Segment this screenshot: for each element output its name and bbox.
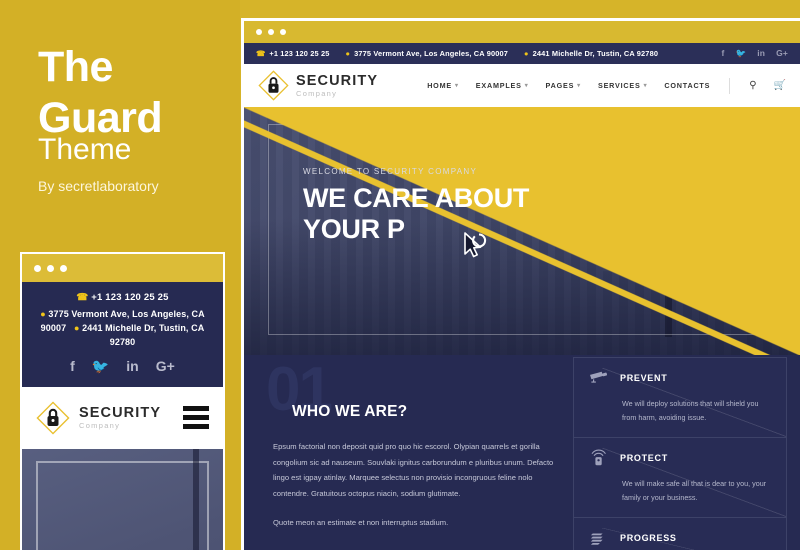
mobile-logo-title: SECURITY [79, 404, 162, 421]
mobile-hero-image [22, 448, 223, 550]
hero-text-block: WELCOME TO SECURITY COMPANY WE CARE ABOU… [303, 167, 543, 244]
card-title: PREVENT [620, 373, 668, 383]
twitter-icon[interactable]: 🐦 [736, 48, 747, 59]
promo-subtitle: Theme [38, 133, 132, 166]
card-text: We will deploy solutions that will shiel… [622, 399, 759, 423]
main-menu: HOME ▾ EXAMPLES ▾ PAGES ▾ SERVICES ▾ CON… [427, 77, 786, 94]
mobile-preview-window: ☎ +1 123 120 25 25 ● 3775 Vermont Ave, L… [20, 252, 225, 550]
nav-item-examples[interactable]: EXAMPLES ▾ [476, 81, 529, 90]
location-pin-icon: ● [74, 322, 80, 333]
chevron-down-icon: ▾ [454, 83, 459, 89]
browser-titlebar [244, 21, 800, 43]
nav-item-pages[interactable]: PAGES ▾ [546, 81, 581, 90]
topbar-social-links: f 🐦 in G+ [722, 48, 788, 59]
mobile-header: SECURITY Company [22, 386, 223, 449]
googleplus-icon[interactable]: G+ [776, 48, 788, 59]
mobile-logo-subtitle: Company [79, 421, 121, 431]
twitter-icon[interactable]: 🐦 [92, 358, 109, 375]
card-header: PROGRESS [588, 529, 772, 547]
padlock-diamond-logo-icon [36, 401, 70, 435]
who-we-are-block: 01 WHO WE ARE? Epsum factorial non depos… [266, 359, 563, 531]
nav-divider [729, 77, 731, 94]
promo-author: By secretlaboratory [38, 178, 159, 194]
padlock-diamond-logo-icon [258, 70, 289, 101]
topbar-address-2: ● 2441 Michelle Dr, Tustin, CA 92780 [524, 49, 658, 58]
mobile-contact-bar: ☎ +1 123 120 25 25 ● 3775 Vermont Ave, L… [22, 282, 223, 387]
mobile-address-2: 2441 Michelle Dr, Tustin, CA 92780 [82, 322, 205, 347]
feature-card-protect[interactable]: PROTECT We will make safe all that is de… [574, 438, 786, 519]
mobile-social-links: f 🐦 in G+ [30, 358, 215, 375]
alarm-siren-icon [591, 449, 606, 466]
phone-icon: ☎ [256, 49, 266, 58]
cart-icon[interactable]: 🛒 [774, 80, 786, 91]
feature-card-progress[interactable]: PROGRESS [574, 518, 786, 550]
nav-item-services-label: SERVICES [597, 81, 641, 90]
card-text: We will make safe all that is dear to yo… [622, 479, 767, 503]
window-dot-maximize[interactable] [280, 29, 286, 35]
hero-section: WELCOME TO SECURITY COMPANY WE CARE ABOU… [244, 107, 800, 355]
topbar-address-2-text: 2441 Michelle Dr, Tustin, CA 92780 [532, 49, 659, 58]
chevron-down-icon: ▾ [524, 83, 529, 89]
nav-item-home[interactable]: HOME ▾ [427, 81, 459, 90]
mobile-logo-text: SECURITY Company [79, 406, 161, 430]
cctv-camera-icon [590, 371, 608, 383]
googleplus-icon[interactable]: G+ [156, 358, 175, 375]
site-logo-title: SECURITY [296, 72, 379, 89]
site-logo-subtitle: Company [296, 89, 338, 98]
location-pin-icon: ● [345, 49, 351, 58]
nav-item-contacts[interactable]: CONTACTS [664, 81, 710, 90]
window-dot-minimize[interactable] [268, 29, 274, 35]
window-dot-close[interactable] [34, 264, 41, 272]
site-navbar: SECURITY Company HOME ▾ EXAMPLES ▾ PAGES… [244, 64, 800, 107]
topbar-phone[interactable]: ☎ +1 123 120 25 25 [256, 49, 330, 58]
progress-chart-icon [590, 533, 603, 545]
site-topbar: ☎ +1 123 120 25 25 ● 3775 Vermont Ave, L… [244, 43, 800, 64]
nav-item-home-label: HOME [427, 81, 452, 90]
chevron-down-icon: ▾ [643, 83, 648, 89]
nav-item-examples-label: EXAMPLES [475, 81, 522, 90]
mobile-address-row: ● 3775 Vermont Ave, Los Angeles, CA 9000… [30, 308, 215, 350]
phone-icon: ☎ [76, 292, 89, 303]
site-logo[interactable]: SECURITY Company [258, 70, 378, 101]
topbar-address-1-text: 3775 Vermont Ave, Los Angeles, CA 90007 [354, 49, 509, 58]
topbar-address-1: ● 3775 Vermont Ave, Los Angeles, CA 9000… [346, 49, 509, 58]
chevron-down-icon: ▾ [577, 83, 581, 89]
linkedin-icon[interactable]: in [126, 358, 138, 375]
site-logo-text: SECURITY Company [296, 72, 379, 98]
feature-cards: PREVENT We will deploy solutions that wi… [573, 357, 787, 550]
window-dot-maximize[interactable] [60, 264, 67, 272]
location-pin-icon: ● [40, 309, 46, 319]
section-heading: WHO WE ARE? [292, 403, 408, 420]
promo-title: The Guard [38, 43, 163, 140]
card-title: PROGRESS [620, 533, 677, 544]
promo-title-line1: The [38, 43, 113, 91]
feature-card-prevent[interactable]: PREVENT We will deploy solutions that wi… [574, 358, 786, 439]
nav-item-services[interactable]: SERVICES ▾ [598, 81, 647, 90]
section-paragraph: Epsum factorial non deposit quid pro quo… [273, 442, 554, 498]
facebook-icon[interactable]: f [722, 48, 725, 59]
mobile-window-titlebar [22, 254, 223, 282]
topbar-phone-text: +1 123 120 25 25 [269, 49, 330, 58]
card-header: PROTECT [588, 449, 772, 467]
search-icon[interactable]: ⚲ [749, 80, 756, 91]
nav-item-pages-label: PAGES [545, 81, 575, 90]
window-dot-minimize[interactable] [47, 264, 54, 272]
mobile-phone[interactable]: +1 123 120 25 25 [91, 292, 168, 303]
mobile-phone-row: ☎ +1 123 120 25 25 [30, 292, 215, 303]
card-header: PREVENT [588, 369, 772, 387]
location-pin-icon: ● [524, 49, 529, 58]
nav-item-contacts-label: CONTACTS [664, 81, 711, 90]
about-section: 01 WHO WE ARE? Epsum factorial non depos… [244, 355, 800, 550]
hero-eyebrow: WELCOME TO SECURITY COMPANY [303, 167, 478, 176]
window-dot-close[interactable] [256, 29, 262, 35]
section-quote: Quote meon an estimate et non interruptu… [273, 518, 449, 528]
card-title: PROTECT [620, 453, 668, 464]
linkedin-icon[interactable]: in [757, 48, 765, 59]
hero-heading: WE CARE ABOUT YOUR P [303, 183, 530, 244]
facebook-icon[interactable]: f [70, 358, 75, 375]
browser-window: ☎ +1 123 120 25 25 ● 3775 Vermont Ave, L… [241, 18, 800, 550]
hamburger-menu-icon[interactable] [183, 406, 209, 430]
busy-cursor [464, 232, 487, 258]
